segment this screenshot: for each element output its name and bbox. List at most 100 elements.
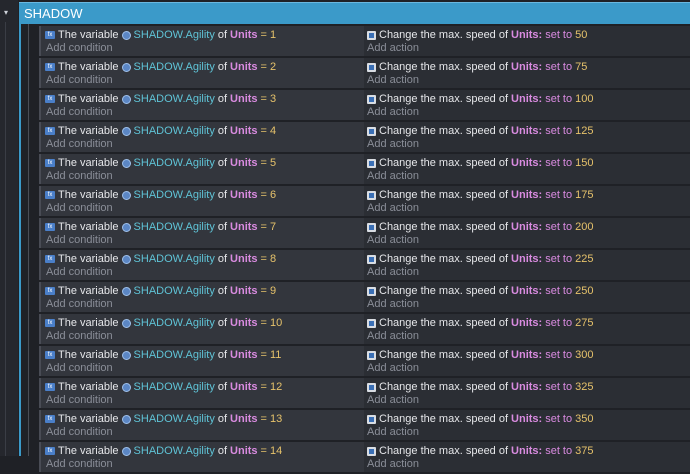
condition-text: The variable <box>58 157 119 169</box>
action[interactable]: Change the max. speed of Units: set to 325 <box>367 380 690 394</box>
actions-column[interactable]: Change the max. speed of Units: set to 125 A… <box>364 122 690 152</box>
condition[interactable]: fx The variable SHADOW.Agility of Units = 2 <box>45 60 364 74</box>
add-action-link[interactable]: Add action <box>367 202 419 215</box>
event-row[interactable]: fx The variable SHADOW.Agility of Units = 1 Add… <box>33 26 690 56</box>
add-action-link[interactable]: Add action <box>367 362 419 375</box>
add-condition-link[interactable]: Add condition <box>46 74 113 87</box>
event-row[interactable]: fx The variable SHADOW.Agility of Units = 2 Add… <box>33 58 690 88</box>
event-row[interactable]: fx The variable SHADOW.Agility of Units = 3 Add… <box>33 90 690 120</box>
condition[interactable]: fx The variable SHADOW.Agility of Units = 12 <box>45 380 364 394</box>
action[interactable]: Change the max. speed of Units: set to 125 <box>367 124 690 138</box>
conditions-column[interactable]: fx The variable SHADOW.Agility of Units = 7 Add… <box>39 218 364 248</box>
add-condition-link[interactable]: Add condition <box>46 458 113 471</box>
actions-column[interactable]: Change the max. speed of Units: set to 225 A… <box>364 250 690 280</box>
add-action-link[interactable]: Add action <box>367 298 419 311</box>
action[interactable]: Change the max. speed of Units: set to 250 <box>367 284 690 298</box>
action[interactable]: Change the max. speed of Units: set to 350 <box>367 412 690 426</box>
action[interactable]: Change the max. speed of Units: set to 50 <box>367 28 690 42</box>
conditions-column[interactable]: fx The variable SHADOW.Agility of Units = 11 Ad… <box>39 346 364 376</box>
actions-column[interactable]: Change the max. speed of Units: set to 150 A… <box>364 154 690 184</box>
event-row[interactable]: fx The variable SHADOW.Agility of Units = 9 Add… <box>33 282 690 312</box>
conditions-column[interactable]: fx The variable SHADOW.Agility of Units = 9 Add… <box>39 282 364 312</box>
event-row[interactable]: fx The variable SHADOW.Agility of Units = 14 Ad… <box>33 442 690 472</box>
add-condition-link[interactable]: Add condition <box>46 42 113 55</box>
add-condition-link[interactable]: Add condition <box>46 138 113 151</box>
conditions-column[interactable]: fx The variable SHADOW.Agility of Units = 10 Ad… <box>39 314 364 344</box>
add-action-link[interactable]: Add action <box>367 74 419 87</box>
actions-column[interactable]: Change the max. speed of Units: set to 75 Ad… <box>364 58 690 88</box>
condition[interactable]: fx The variable SHADOW.Agility of Units = 9 <box>45 284 364 298</box>
actions-column[interactable]: Change the max. speed of Units: set to 325 A… <box>364 378 690 408</box>
event-row[interactable]: fx The variable SHADOW.Agility of Units = 5 Add… <box>33 154 690 184</box>
actions-column[interactable]: Change the max. speed of Units: set to 275 A… <box>364 314 690 344</box>
conditions-column[interactable]: fx The variable SHADOW.Agility of Units = 12 Ad… <box>39 378 364 408</box>
add-condition-link[interactable]: Add condition <box>46 106 113 119</box>
add-condition-link[interactable]: Add condition <box>46 234 113 247</box>
conditions-column[interactable]: fx The variable SHADOW.Agility of Units = 2 Add… <box>39 58 364 88</box>
add-action-link[interactable]: Add action <box>367 138 419 151</box>
add-condition-link[interactable]: Add condition <box>46 202 113 215</box>
group-header[interactable]: SHADOW <box>19 2 690 24</box>
action-text: Change the max. speed of <box>379 189 509 201</box>
add-action-link[interactable]: Add action <box>367 266 419 279</box>
condition[interactable]: fx The variable SHADOW.Agility of Units = 4 <box>45 124 364 138</box>
conditions-column[interactable]: fx The variable SHADOW.Agility of Units = 14 Ad… <box>39 442 364 472</box>
event-row[interactable]: fx The variable SHADOW.Agility of Units = 10 Ad… <box>33 314 690 344</box>
actions-column[interactable]: Change the max. speed of Units: set to 375 A… <box>364 442 690 472</box>
action[interactable]: Change the max. speed of Units: set to 175 <box>367 188 690 202</box>
add-condition-link[interactable]: Add condition <box>46 170 113 183</box>
add-condition-link[interactable]: Add condition <box>46 266 113 279</box>
add-condition-link[interactable]: Add condition <box>46 330 113 343</box>
condition[interactable]: fx The variable SHADOW.Agility of Units = 10 <box>45 316 364 330</box>
actions-column[interactable]: Change the max. speed of Units: set to 100 A… <box>364 90 690 120</box>
add-condition-link[interactable]: Add condition <box>46 426 113 439</box>
collapse-toggle-icon[interactable]: ▾ <box>1 8 11 18</box>
action[interactable]: Change the max. speed of Units: set to 75 <box>367 60 690 74</box>
conditions-column[interactable]: fx The variable SHADOW.Agility of Units = 8 Add… <box>39 250 364 280</box>
action[interactable]: Change the max. speed of Units: set to 200 <box>367 220 690 234</box>
add-action-link[interactable]: Add action <box>367 458 419 471</box>
event-row[interactable]: fx The variable SHADOW.Agility of Units = 11 Ad… <box>33 346 690 376</box>
conditions-column[interactable]: fx The variable SHADOW.Agility of Units = 4 Add… <box>39 122 364 152</box>
conditions-column[interactable]: fx The variable SHADOW.Agility of Units = 5 Add… <box>39 154 364 184</box>
conditions-column[interactable]: fx The variable SHADOW.Agility of Units = 13 Ad… <box>39 410 364 440</box>
condition[interactable]: fx The variable SHADOW.Agility of Units = 7 <box>45 220 364 234</box>
actions-column[interactable]: Change the max. speed of Units: set to 50 Ad… <box>364 26 690 56</box>
event-row[interactable]: fx The variable SHADOW.Agility of Units = 8 Add… <box>33 250 690 280</box>
add-condition-link[interactable]: Add condition <box>46 362 113 375</box>
add-action-link[interactable]: Add action <box>367 426 419 439</box>
action[interactable]: Change the max. speed of Units: set to 275 <box>367 316 690 330</box>
add-action-link[interactable]: Add action <box>367 330 419 343</box>
add-action-link[interactable]: Add action <box>367 234 419 247</box>
conditions-column[interactable]: fx The variable SHADOW.Agility of Units = 6 Add… <box>39 186 364 216</box>
actions-column[interactable]: Change the max. speed of Units: set to 300 A… <box>364 346 690 376</box>
actions-column[interactable]: Change the max. speed of Units: set to 350 A… <box>364 410 690 440</box>
condition[interactable]: fx The variable SHADOW.Agility of Units = 13 <box>45 412 364 426</box>
add-action-link[interactable]: Add action <box>367 394 419 407</box>
condition[interactable]: fx The variable SHADOW.Agility of Units = 6 <box>45 188 364 202</box>
action[interactable]: Change the max. speed of Units: set to 100 <box>367 92 690 106</box>
action[interactable]: Change the max. speed of Units: set to 225 <box>367 252 690 266</box>
event-row[interactable]: fx The variable SHADOW.Agility of Units = 7 Add… <box>33 218 690 248</box>
add-action-link[interactable]: Add action <box>367 106 419 119</box>
actions-column[interactable]: Change the max. speed of Units: set to 200 A… <box>364 218 690 248</box>
event-row[interactable]: fx The variable SHADOW.Agility of Units = 4 Add… <box>33 122 690 152</box>
add-action-link[interactable]: Add action <box>367 42 419 55</box>
event-row[interactable]: fx The variable SHADOW.Agility of Units = 12 Ad… <box>33 378 690 408</box>
actions-column[interactable]: Change the max. speed of Units: set to 250 A… <box>364 282 690 312</box>
actions-column[interactable]: Change the max. speed of Units: set to 175 A… <box>364 186 690 216</box>
condition[interactable]: fx The variable SHADOW.Agility of Units = 3 <box>45 92 364 106</box>
add-condition-link[interactable]: Add condition <box>46 298 113 311</box>
condition[interactable]: fx The variable SHADOW.Agility of Units = 1 <box>45 28 364 42</box>
event-row[interactable]: fx The variable SHADOW.Agility of Units = 13 Ad… <box>33 410 690 440</box>
action[interactable]: Change the max. speed of Units: set to 150 <box>367 156 690 170</box>
conditions-column[interactable]: fx The variable SHADOW.Agility of Units = 3 Add… <box>39 90 364 120</box>
condition[interactable]: fx The variable SHADOW.Agility of Units = 8 <box>45 252 364 266</box>
condition[interactable]: fx The variable SHADOW.Agility of Units = 5 <box>45 156 364 170</box>
action[interactable]: Change the max. speed of Units: set to 300 <box>367 348 690 362</box>
event-row[interactable]: fx The variable SHADOW.Agility of Units = 6 Add… <box>33 186 690 216</box>
condition[interactable]: fx The variable SHADOW.Agility of Units = 11 <box>45 348 364 362</box>
add-action-link[interactable]: Add action <box>367 170 419 183</box>
add-condition-link[interactable]: Add condition <box>46 394 113 407</box>
conditions-column[interactable]: fx The variable SHADOW.Agility of Units = 1 Add… <box>39 26 364 56</box>
